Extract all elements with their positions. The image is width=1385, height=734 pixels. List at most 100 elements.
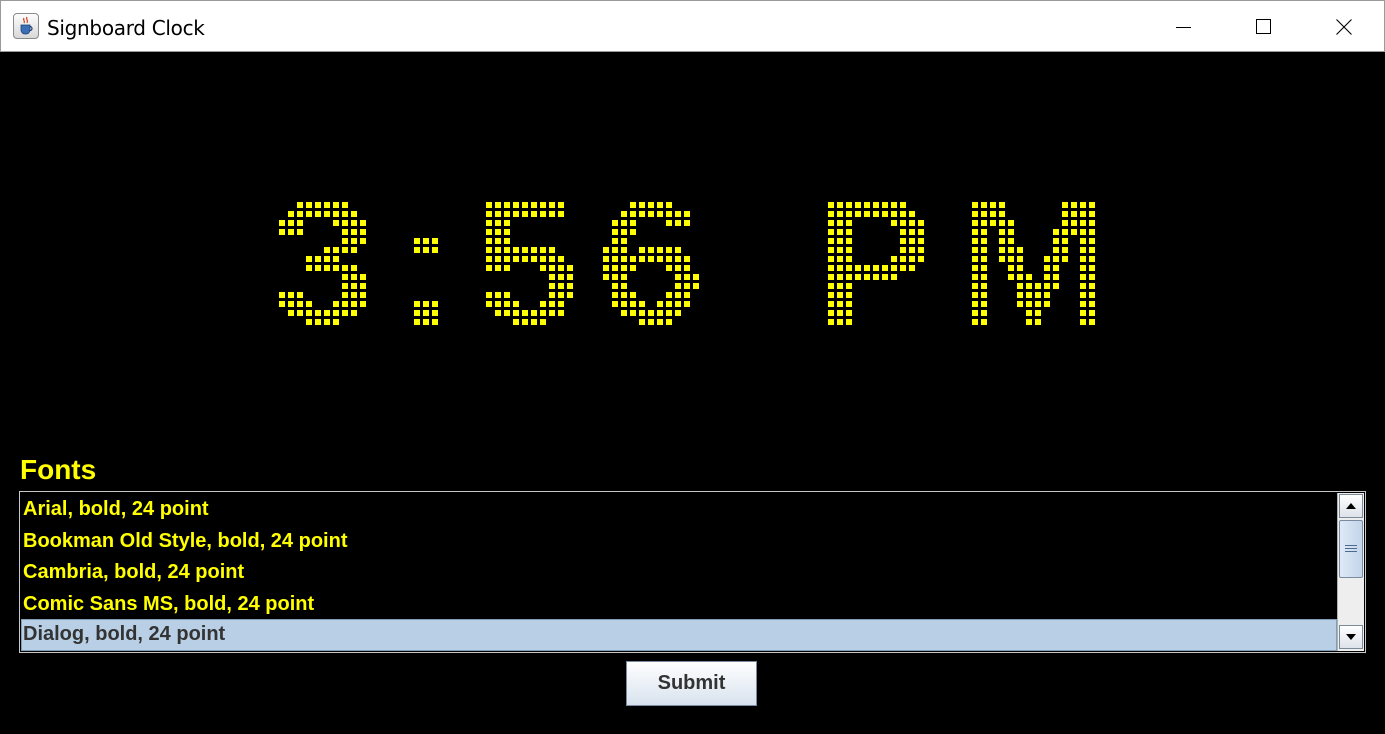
led-dot [891, 202, 897, 208]
led-dot [486, 211, 492, 217]
led-dot [315, 256, 321, 262]
scroll-thumb[interactable] [1339, 520, 1363, 578]
led-dot [1053, 256, 1059, 262]
led-dot [495, 256, 501, 262]
led-dot [630, 310, 636, 316]
led-dot [630, 211, 636, 217]
led-dot [1080, 202, 1086, 208]
led-dot [1089, 310, 1095, 316]
led-dot [666, 220, 672, 226]
led-dot [414, 319, 420, 325]
led-dot [639, 211, 645, 217]
led-dot [495, 211, 501, 217]
led-dot [846, 274, 852, 280]
led-dot [360, 274, 366, 280]
led-dot [495, 238, 501, 244]
submit-button[interactable]: Submit [626, 661, 757, 706]
minimize-button[interactable] [1144, 1, 1224, 53]
led-dot [495, 310, 501, 316]
led-dot [495, 202, 501, 208]
led-dot [567, 274, 573, 280]
led-dot [621, 211, 627, 217]
led-dot [423, 301, 429, 307]
led-dot [414, 238, 420, 244]
led-dot [1089, 211, 1095, 217]
led-dot [1026, 301, 1032, 307]
led-dot [288, 301, 294, 307]
led-dot [315, 211, 321, 217]
title-bar[interactable]: Signboard Clock [0, 0, 1385, 52]
led-dot [351, 229, 357, 235]
led-dot [999, 220, 1005, 226]
led-dot [558, 256, 564, 262]
led-dot [900, 256, 906, 262]
led-dot [1071, 229, 1077, 235]
led-dot [882, 202, 888, 208]
led-dot [1017, 256, 1023, 262]
led-dot [846, 238, 852, 244]
led-dot [1080, 274, 1086, 280]
led-dot [324, 256, 330, 262]
led-dot [351, 220, 357, 226]
led-dot [684, 256, 690, 262]
led-dot [639, 202, 645, 208]
led-dot [540, 319, 546, 325]
led-dot [549, 247, 555, 253]
led-dot [828, 256, 834, 262]
led-dot [1089, 274, 1095, 280]
led-dot [828, 229, 834, 235]
grip-icon [1345, 545, 1357, 552]
close-button[interactable] [1304, 1, 1384, 53]
led-dot [495, 247, 501, 253]
led-clock-display [279, 202, 1095, 325]
led-dot [864, 211, 870, 217]
led-dot [603, 274, 609, 280]
led-dot [639, 256, 645, 262]
led-dot [342, 265, 348, 271]
led-dot [981, 283, 987, 289]
led-dot [873, 211, 879, 217]
led-dot [1062, 202, 1068, 208]
font-list[interactable]: Arial, bold, 24 point Bookman Old Style,… [19, 491, 1366, 653]
led-dot [864, 265, 870, 271]
led-dot [513, 301, 519, 307]
led-dot [612, 247, 618, 253]
font-list-item-cambria[interactable]: Cambria, bold, 24 point [21, 556, 1337, 588]
led-dot [909, 247, 915, 253]
scroll-down-button[interactable] [1339, 625, 1363, 649]
led-dot [540, 202, 546, 208]
led-dot [846, 310, 852, 316]
led-dot [990, 211, 996, 217]
led-dot [351, 310, 357, 316]
led-dot [486, 301, 492, 307]
font-list-item-arial[interactable]: Arial, bold, 24 point [21, 493, 1337, 525]
led-dot [1044, 292, 1050, 298]
led-dot [522, 247, 528, 253]
led-dot [1071, 211, 1077, 217]
led-dot [882, 265, 888, 271]
led-dot [504, 202, 510, 208]
led-dot [657, 247, 663, 253]
maximize-button[interactable] [1224, 1, 1304, 53]
font-list-item-dialog[interactable]: Dialog, bold, 24 point [21, 619, 1337, 651]
led-dot [846, 301, 852, 307]
led-dot [360, 220, 366, 226]
led-dot [504, 301, 510, 307]
led-dot [666, 292, 672, 298]
led-dot [1062, 229, 1068, 235]
led-dot [972, 238, 978, 244]
led-dot [1026, 283, 1032, 289]
led-dot [864, 274, 870, 280]
led-dot [639, 310, 645, 316]
led-dot [1089, 256, 1095, 262]
led-dot [990, 220, 996, 226]
led-dot [288, 220, 294, 226]
java-cup-icon [13, 13, 39, 39]
vertical-scrollbar[interactable] [1337, 493, 1364, 651]
font-list-item-comic-sans[interactable]: Comic Sans MS, bold, 24 point [21, 588, 1337, 620]
led-dot [1008, 229, 1014, 235]
scroll-up-button[interactable] [1339, 494, 1363, 518]
led-dot [558, 310, 564, 316]
led-dot [342, 274, 348, 280]
font-list-item-bookman[interactable]: Bookman Old Style, bold, 24 point [21, 525, 1337, 557]
